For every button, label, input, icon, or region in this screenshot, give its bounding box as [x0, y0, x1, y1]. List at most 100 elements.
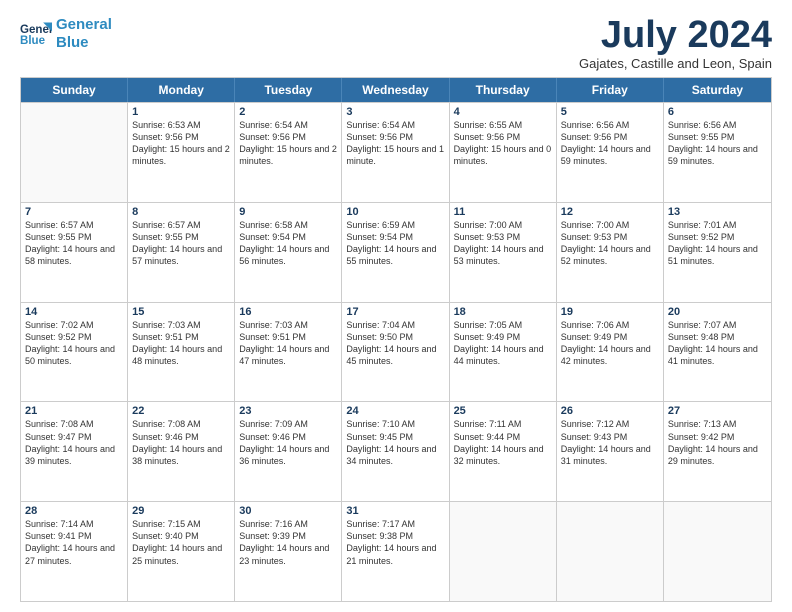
sunrise-text: Sunrise: 6:57 AM — [132, 219, 230, 231]
sunrise-text: Sunrise: 7:04 AM — [346, 319, 444, 331]
sunrise-text: Sunrise: 6:59 AM — [346, 219, 444, 231]
sunset-text: Sunset: 9:55 PM — [25, 231, 123, 243]
sunset-text: Sunset: 9:38 PM — [346, 530, 444, 542]
sunset-text: Sunset: 9:48 PM — [668, 331, 767, 343]
sunrise-text: Sunrise: 7:17 AM — [346, 518, 444, 530]
day-number: 26 — [561, 405, 659, 417]
sunrise-text: Sunrise: 7:02 AM — [25, 319, 123, 331]
day-cell-19: 19Sunrise: 7:06 AMSunset: 9:49 PMDayligh… — [557, 303, 664, 402]
sunset-text: Sunset: 9:54 PM — [346, 231, 444, 243]
day-number: 4 — [454, 106, 552, 118]
day-number: 8 — [132, 206, 230, 218]
day-cell-28: 28Sunrise: 7:14 AMSunset: 9:41 PMDayligh… — [21, 502, 128, 601]
empty-cell — [450, 502, 557, 601]
calendar-row-5: 28Sunrise: 7:14 AMSunset: 9:41 PMDayligh… — [21, 501, 771, 601]
day-cell-12: 12Sunrise: 7:00 AMSunset: 9:53 PMDayligh… — [557, 203, 664, 302]
sunrise-text: Sunrise: 7:08 AM — [25, 418, 123, 430]
day-number: 16 — [239, 306, 337, 318]
day-number: 19 — [561, 306, 659, 318]
calendar-row-1: 1Sunrise: 6:53 AMSunset: 9:56 PMDaylight… — [21, 102, 771, 202]
day-cell-5: 5Sunrise: 6:56 AMSunset: 9:56 PMDaylight… — [557, 103, 664, 202]
sunrise-text: Sunrise: 7:01 AM — [668, 219, 767, 231]
sunrise-text: Sunrise: 7:14 AM — [25, 518, 123, 530]
daylight-text: Daylight: 14 hours and 57 minutes. — [132, 243, 230, 267]
daylight-text: Daylight: 15 hours and 0 minutes. — [454, 143, 552, 167]
sunset-text: Sunset: 9:54 PM — [239, 231, 337, 243]
daylight-text: Daylight: 14 hours and 21 minutes. — [346, 542, 444, 566]
daylight-text: Daylight: 14 hours and 53 minutes. — [454, 243, 552, 267]
day-cell-8: 8Sunrise: 6:57 AMSunset: 9:55 PMDaylight… — [128, 203, 235, 302]
sunset-text: Sunset: 9:56 PM — [346, 131, 444, 143]
daylight-text: Daylight: 15 hours and 2 minutes. — [239, 143, 337, 167]
daylight-text: Daylight: 14 hours and 25 minutes. — [132, 542, 230, 566]
sunrise-text: Sunrise: 6:57 AM — [25, 219, 123, 231]
daylight-text: Daylight: 14 hours and 56 minutes. — [239, 243, 337, 267]
location: Gajates, Castille and Leon, Spain — [579, 56, 772, 71]
daylight-text: Daylight: 15 hours and 2 minutes. — [132, 143, 230, 167]
day-cell-29: 29Sunrise: 7:15 AMSunset: 9:40 PMDayligh… — [128, 502, 235, 601]
day-cell-6: 6Sunrise: 6:56 AMSunset: 9:55 PMDaylight… — [664, 103, 771, 202]
daylight-text: Daylight: 14 hours and 39 minutes. — [25, 443, 123, 467]
month-title: July 2024 — [579, 16, 772, 54]
daylight-text: Daylight: 14 hours and 32 minutes. — [454, 443, 552, 467]
day-number: 6 — [668, 106, 767, 118]
sunrise-text: Sunrise: 6:58 AM — [239, 219, 337, 231]
sunrise-text: Sunrise: 6:54 AM — [346, 119, 444, 131]
day-number: 24 — [346, 405, 444, 417]
daylight-text: Daylight: 14 hours and 55 minutes. — [346, 243, 444, 267]
title-section: July 2024 Gajates, Castille and Leon, Sp… — [579, 16, 772, 71]
weekday-header-saturday: Saturday — [664, 78, 771, 102]
day-number: 3 — [346, 106, 444, 118]
sunrise-text: Sunrise: 7:00 AM — [454, 219, 552, 231]
sunset-text: Sunset: 9:46 PM — [132, 431, 230, 443]
day-cell-22: 22Sunrise: 7:08 AMSunset: 9:46 PMDayligh… — [128, 402, 235, 501]
weekday-header-wednesday: Wednesday — [342, 78, 449, 102]
sunset-text: Sunset: 9:55 PM — [668, 131, 767, 143]
daylight-text: Daylight: 14 hours and 50 minutes. — [25, 343, 123, 367]
daylight-text: Daylight: 14 hours and 42 minutes. — [561, 343, 659, 367]
daylight-text: Daylight: 14 hours and 38 minutes. — [132, 443, 230, 467]
day-number: 11 — [454, 206, 552, 218]
svg-text:Blue: Blue — [20, 35, 46, 47]
day-number: 13 — [668, 206, 767, 218]
day-cell-21: 21Sunrise: 7:08 AMSunset: 9:47 PMDayligh… — [21, 402, 128, 501]
calendar-header: SundayMondayTuesdayWednesdayThursdayFrid… — [21, 78, 771, 102]
sunset-text: Sunset: 9:56 PM — [561, 131, 659, 143]
sunset-text: Sunset: 9:45 PM — [346, 431, 444, 443]
day-cell-7: 7Sunrise: 6:57 AMSunset: 9:55 PMDaylight… — [21, 203, 128, 302]
day-number: 25 — [454, 405, 552, 417]
sunset-text: Sunset: 9:53 PM — [454, 231, 552, 243]
sunrise-text: Sunrise: 7:05 AM — [454, 319, 552, 331]
day-cell-31: 31Sunrise: 7:17 AMSunset: 9:38 PMDayligh… — [342, 502, 449, 601]
daylight-text: Daylight: 14 hours and 58 minutes. — [25, 243, 123, 267]
sunrise-text: Sunrise: 7:11 AM — [454, 418, 552, 430]
sunset-text: Sunset: 9:51 PM — [132, 331, 230, 343]
day-cell-17: 17Sunrise: 7:04 AMSunset: 9:50 PMDayligh… — [342, 303, 449, 402]
day-number: 17 — [346, 306, 444, 318]
day-number: 1 — [132, 106, 230, 118]
sunset-text: Sunset: 9:55 PM — [132, 231, 230, 243]
sunrise-text: Sunrise: 6:53 AM — [132, 119, 230, 131]
sunrise-text: Sunrise: 6:56 AM — [561, 119, 659, 131]
day-number: 29 — [132, 505, 230, 517]
day-number: 18 — [454, 306, 552, 318]
daylight-text: Daylight: 14 hours and 41 minutes. — [668, 343, 767, 367]
logo-line2: Blue — [56, 34, 89, 51]
day-cell-14: 14Sunrise: 7:02 AMSunset: 9:52 PMDayligh… — [21, 303, 128, 402]
weekday-header-tuesday: Tuesday — [235, 78, 342, 102]
sunset-text: Sunset: 9:53 PM — [561, 231, 659, 243]
calendar-row-3: 14Sunrise: 7:02 AMSunset: 9:52 PMDayligh… — [21, 302, 771, 402]
sunrise-text: Sunrise: 7:12 AM — [561, 418, 659, 430]
logo: General Blue General Blue — [20, 16, 112, 52]
weekday-header-friday: Friday — [557, 78, 664, 102]
day-number: 7 — [25, 206, 123, 218]
daylight-text: Daylight: 14 hours and 45 minutes. — [346, 343, 444, 367]
sunset-text: Sunset: 9:56 PM — [239, 131, 337, 143]
daylight-text: Daylight: 14 hours and 44 minutes. — [454, 343, 552, 367]
sunrise-text: Sunrise: 6:56 AM — [668, 119, 767, 131]
day-number: 14 — [25, 306, 123, 318]
day-number: 21 — [25, 405, 123, 417]
day-number: 23 — [239, 405, 337, 417]
sunset-text: Sunset: 9:44 PM — [454, 431, 552, 443]
sunrise-text: Sunrise: 7:13 AM — [668, 418, 767, 430]
